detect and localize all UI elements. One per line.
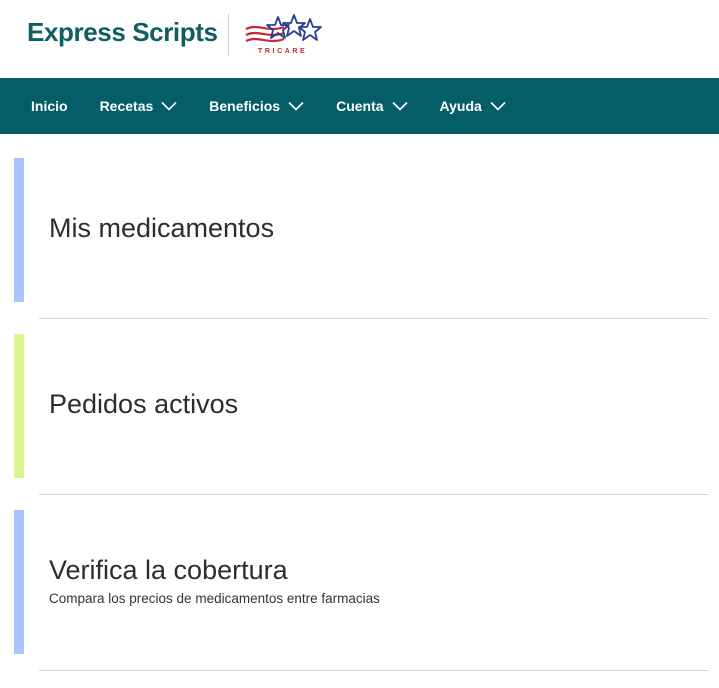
card-divider xyxy=(39,318,709,319)
nav-item-label: Beneficios xyxy=(209,98,281,114)
logo-divider xyxy=(228,14,229,56)
chevron-down-icon xyxy=(391,101,408,111)
card-accent-bar xyxy=(14,334,24,478)
chevron-down-icon xyxy=(490,101,506,111)
express-scripts-logo[interactable]: Express Scripts xyxy=(27,17,218,48)
tricare-wordmark: TRICARE xyxy=(258,48,307,55)
tricare-logo[interactable]: TRICARE xyxy=(244,13,328,57)
header: Express Scripts TRICARE xyxy=(0,0,719,78)
nav-item-cuenta[interactable]: Cuenta xyxy=(336,98,408,114)
card-subtitle: Compara los precios de medicamentos entr… xyxy=(49,591,380,606)
nav-item-label: Ayuda xyxy=(439,98,482,114)
nav-item-label: Cuenta xyxy=(336,98,384,114)
card-mis-medicamentos[interactable]: Mis medicamentos xyxy=(0,158,719,319)
card-title: Pedidos activos xyxy=(49,389,239,419)
card-accent-bar xyxy=(14,158,24,302)
nav-item-label: Recetas xyxy=(99,98,154,114)
nav-item-inicio[interactable]: Inicio xyxy=(31,98,68,114)
main-nav: Inicio Recetas Beneficios Cuenta Ayuda xyxy=(0,78,719,134)
card-title: Verifica la cobertura xyxy=(49,555,288,585)
card-pedidos-activos[interactable]: Pedidos activos xyxy=(0,334,719,495)
card-accent-bar xyxy=(14,510,24,654)
nav-item-recetas[interactable]: Recetas xyxy=(100,98,178,114)
card-verifica-cobertura[interactable]: Verifica la cobertura Compara los precio… xyxy=(0,510,719,671)
card-divider xyxy=(39,670,709,671)
nav-item-ayuda[interactable]: Ayuda xyxy=(440,98,506,114)
card-title: Mis medicamentos xyxy=(49,213,275,243)
chevron-down-icon xyxy=(288,101,304,111)
nav-item-beneficios[interactable]: Beneficios xyxy=(209,98,304,114)
card-divider xyxy=(39,494,709,495)
tricare-stars-icon xyxy=(266,14,322,41)
chevron-down-icon xyxy=(161,101,177,111)
nav-item-label: Inicio xyxy=(31,98,68,114)
